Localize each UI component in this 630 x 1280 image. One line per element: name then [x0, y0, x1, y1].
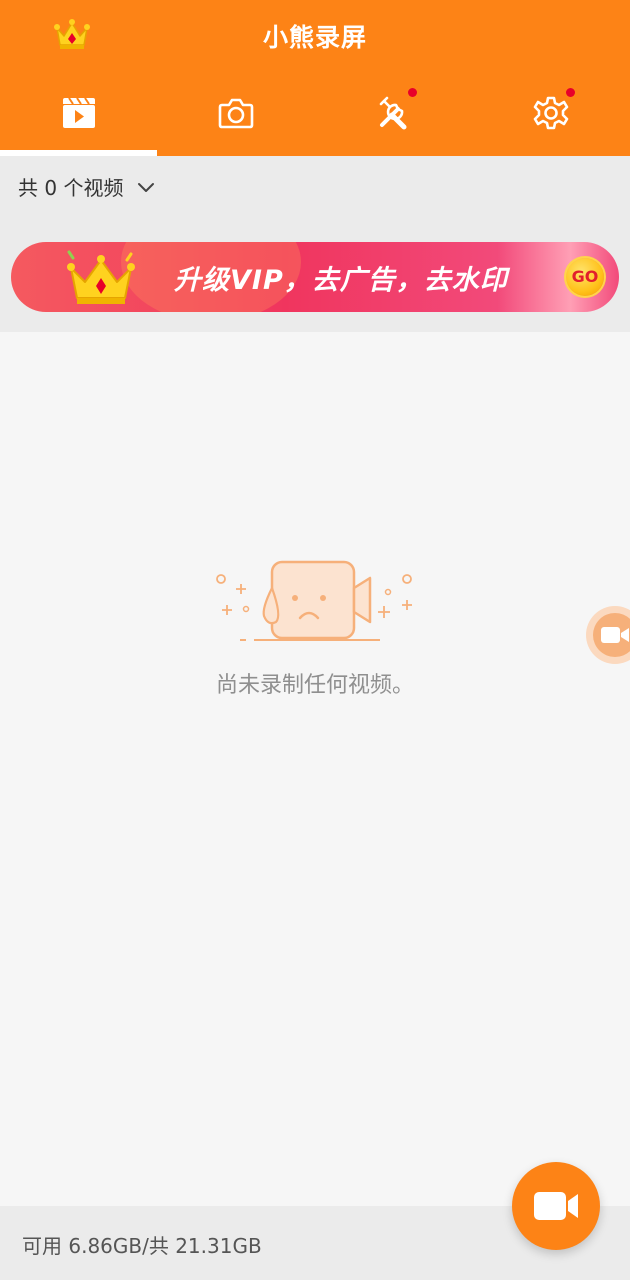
gear-icon	[533, 96, 569, 130]
empty-video-illustration	[216, 560, 412, 641]
empty-state-message: 尚未录制任何视频。	[215, 673, 414, 698]
vip-upgrade-banner[interactable]: 升级VIP，去广告，去水印 GO	[11, 242, 619, 312]
tab-bar	[0, 70, 630, 156]
video-camera-icon	[534, 1192, 578, 1220]
camera-icon	[218, 98, 254, 129]
tools-badge-dot	[408, 88, 417, 97]
floating-record-shortcut[interactable]	[586, 606, 630, 664]
video-count-label: 共 0 个视频	[18, 175, 124, 200]
video-count-bar[interactable]: 共 0 个视频	[0, 156, 630, 216]
video-clapper-icon	[62, 97, 95, 128]
chevron-down-icon	[138, 183, 155, 192]
banner-area: 升级VIP，去广告，去水印 GO	[0, 216, 630, 332]
storage-info: 可用 6.86GB/共 21.31GB	[22, 1234, 262, 1258]
banner-text: 升级VIP，去广告，去水印	[174, 265, 508, 296]
tab-tools[interactable]	[315, 70, 473, 156]
app-title: 小熊录屏	[262, 23, 367, 52]
app-header: 小熊录屏	[0, 0, 630, 156]
tab-settings[interactable]	[473, 70, 630, 156]
tab-videos[interactable]	[0, 70, 158, 156]
settings-badge-dot	[565, 88, 575, 97]
tools-icon	[379, 96, 407, 130]
record-button[interactable]	[512, 1162, 600, 1250]
banner-go-button[interactable]: GO	[566, 258, 604, 296]
floating-record-inner	[593, 613, 630, 657]
video-camera-icon	[601, 627, 629, 643]
app-root: 小熊录屏 共 0 个视频 升级VIP，去广告，去水印 GO 尚未录制任何视频。 …	[0, 0, 630, 1280]
tab-screenshots[interactable]	[158, 70, 316, 156]
vip-crown-icon	[67, 250, 135, 304]
